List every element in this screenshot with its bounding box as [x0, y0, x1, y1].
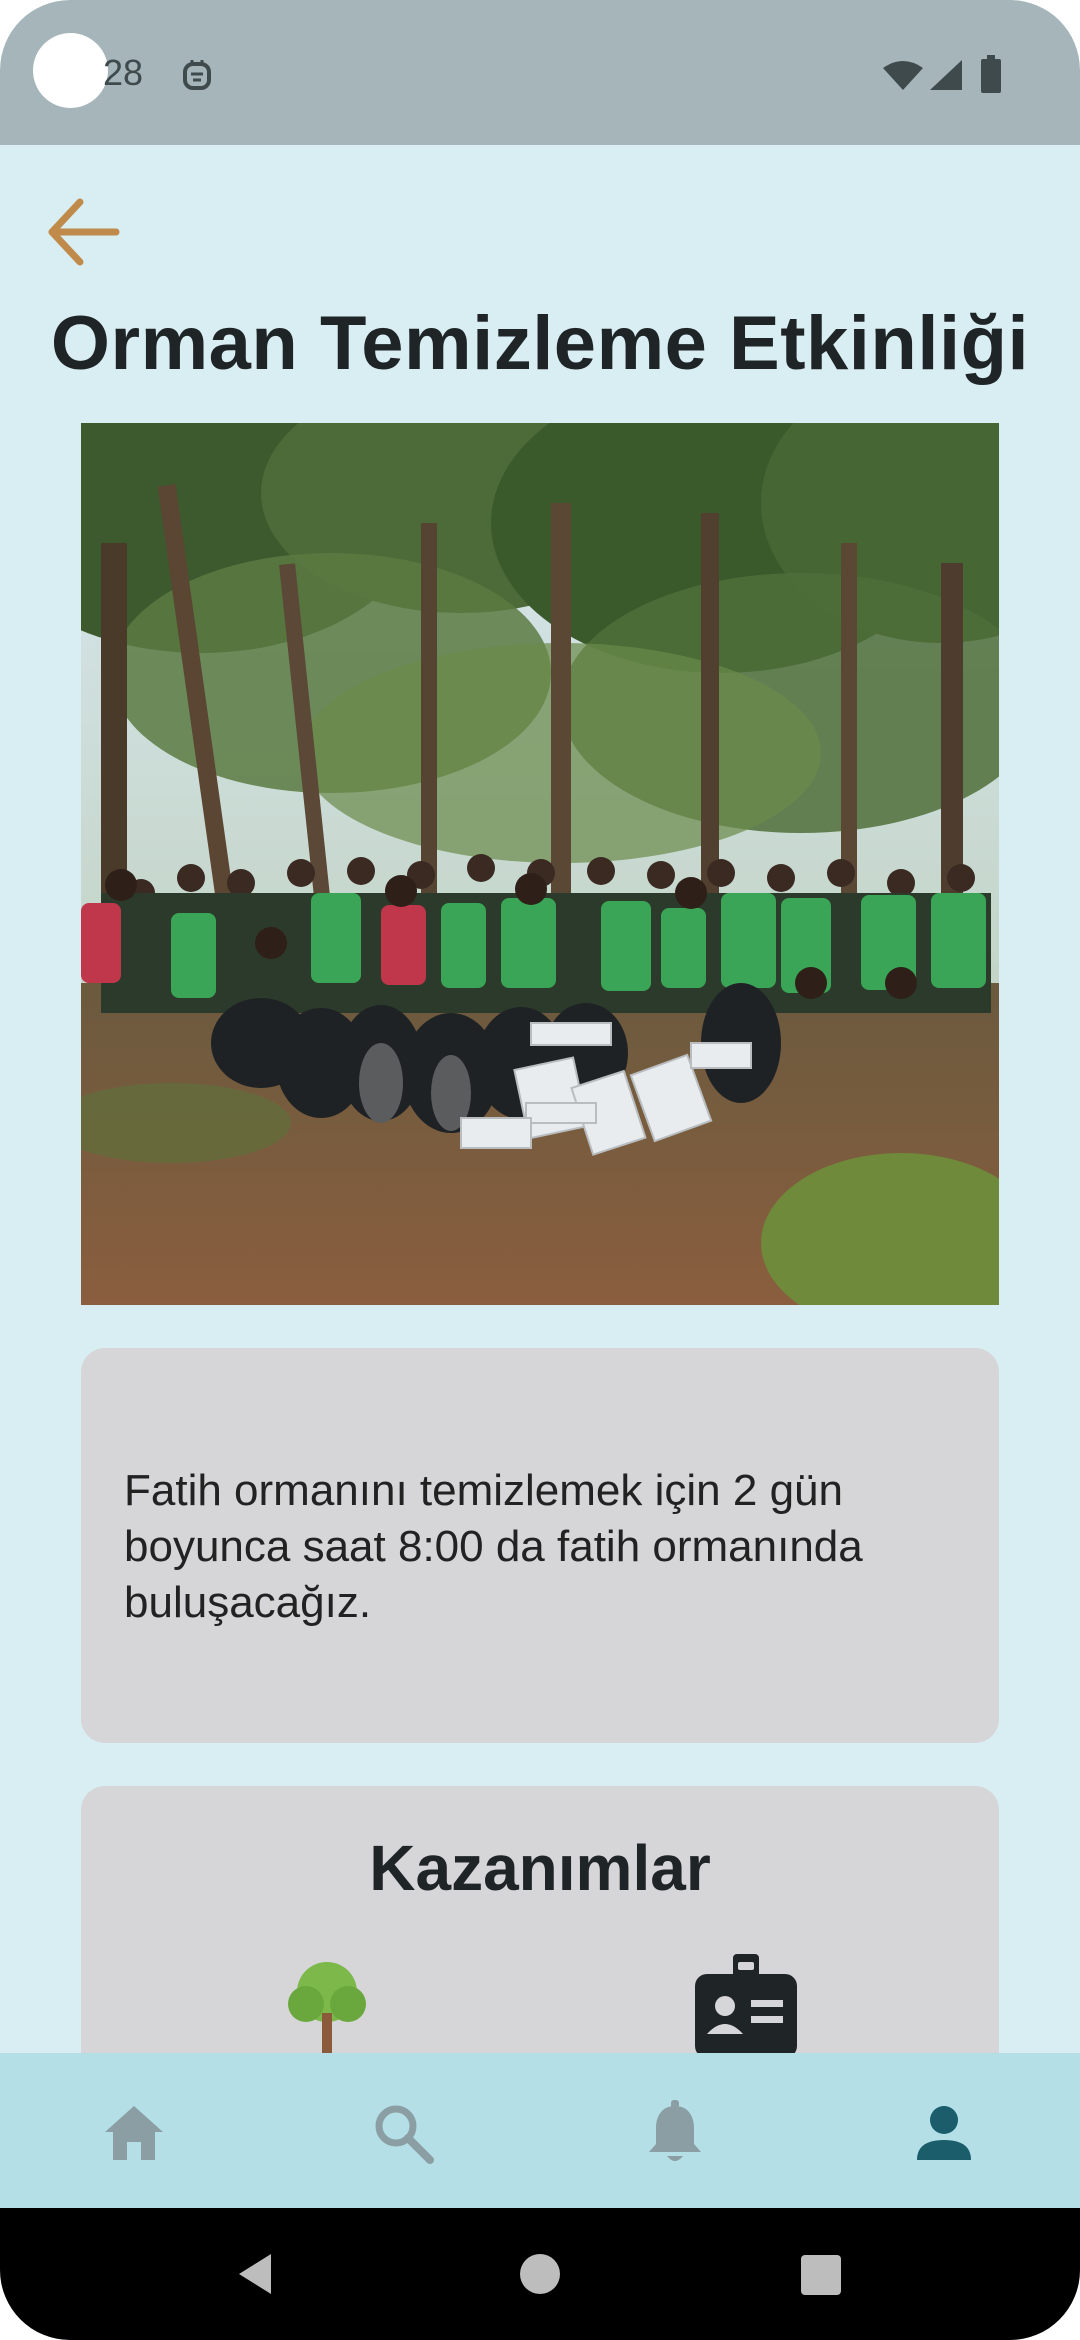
gains-title: Kazanımlar [369, 1832, 711, 1904]
status-bar: 28 [0, 0, 1080, 145]
bell-icon[interactable] [640, 2098, 710, 2168]
recents-square-icon[interactable] [800, 2255, 842, 2295]
event-description: Fatih ormanını temizlemek için 2 gün boy… [124, 1466, 863, 1627]
wifi-icon [883, 61, 923, 90]
camera-cutout [33, 33, 108, 108]
notification-icon [183, 60, 211, 90]
event-photo [81, 423, 999, 1305]
signal-icon [930, 60, 962, 90]
arrow-left-icon[interactable] [44, 196, 122, 268]
status-time: 28 [103, 52, 144, 93]
back-triangle-icon[interactable] [235, 2252, 275, 2296]
page-title: Orman Temizleme Etkinliği [50, 301, 1030, 386]
home-circle-icon[interactable] [519, 2253, 561, 2295]
person-icon[interactable] [909, 2098, 979, 2168]
home-icon[interactable] [99, 2098, 169, 2168]
battery-icon [981, 55, 1001, 93]
phone-screen: 28 Orman Temizleme Etkinliği Fatih orman… [0, 0, 1080, 2340]
tree-icon [288, 1962, 366, 2058]
system-navigation-bar [0, 2208, 1080, 2340]
id-badge-icon [695, 1954, 797, 2058]
bottom-navigation [0, 2053, 1080, 2208]
description-card: Fatih ormanını temizlemek için 2 gün boy… [81, 1348, 999, 1743]
search-icon[interactable] [368, 2098, 438, 2168]
